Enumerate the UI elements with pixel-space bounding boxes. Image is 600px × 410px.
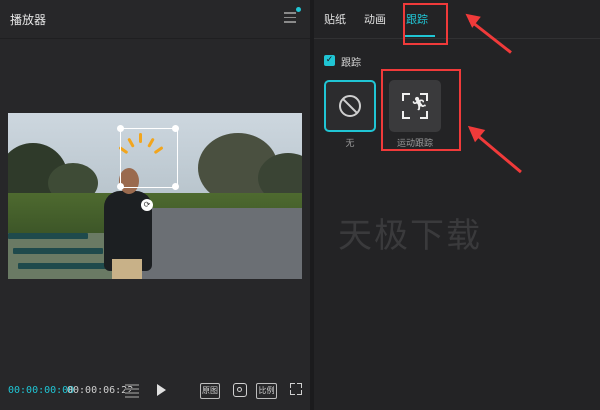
resize-handle[interactable]	[172, 183, 179, 190]
player-header: 播放器	[0, 0, 310, 39]
tab-sticker[interactable]: 贴纸	[324, 11, 346, 27]
property-panel: 贴纸 动画 跟踪 ✓ 跟踪 无 🏃︎ 运动跟踪 天极下载	[314, 0, 600, 410]
none-icon	[339, 95, 361, 117]
notification-dot	[296, 7, 301, 12]
option-none-label: 无	[345, 139, 355, 149]
player-title: 播放器	[10, 13, 47, 27]
menu-icon[interactable]	[284, 12, 296, 23]
ratio-button[interactable]: 比例	[256, 383, 277, 399]
focus-icon[interactable]	[233, 383, 247, 397]
resize-handle[interactable]	[172, 125, 179, 132]
play-icon[interactable]	[157, 384, 166, 396]
video-bench	[8, 233, 88, 239]
option-none[interactable]	[324, 80, 376, 132]
original-button[interactable]: 原图	[200, 383, 220, 399]
timeline-grid-icon[interactable]	[125, 384, 139, 398]
playback-controls: 00:00:00:00 00:00:06:22 原图 比例	[0, 375, 310, 405]
rotate-icon[interactable]: ⟳	[141, 199, 153, 211]
resize-handle[interactable]	[117, 183, 124, 190]
property-tabs: 贴纸 动画 跟踪	[314, 0, 600, 39]
tab-animation[interactable]: 动画	[364, 11, 386, 27]
video-bench	[18, 263, 113, 269]
total-time: 00:00:06:22	[67, 385, 134, 396]
tracking-checkbox-label: 跟踪	[341, 58, 361, 69]
video-person-legs	[112, 259, 142, 279]
tracking-checkbox[interactable]: ✓	[324, 55, 335, 66]
current-time: 00:00:00:00	[8, 385, 75, 396]
player-panel: 播放器 ⟳ 00:00:00:00 00:00:06:22 原图 比例	[0, 0, 310, 410]
annotation-box-motion-tracking	[381, 69, 461, 151]
fullscreen-icon[interactable]	[290, 383, 302, 395]
annotation-box-tab	[403, 3, 448, 45]
video-bench	[13, 248, 103, 254]
watermark: 天极下载	[338, 216, 482, 256]
sticker-bounding-box[interactable]	[120, 128, 178, 188]
resize-handle[interactable]	[117, 125, 124, 132]
